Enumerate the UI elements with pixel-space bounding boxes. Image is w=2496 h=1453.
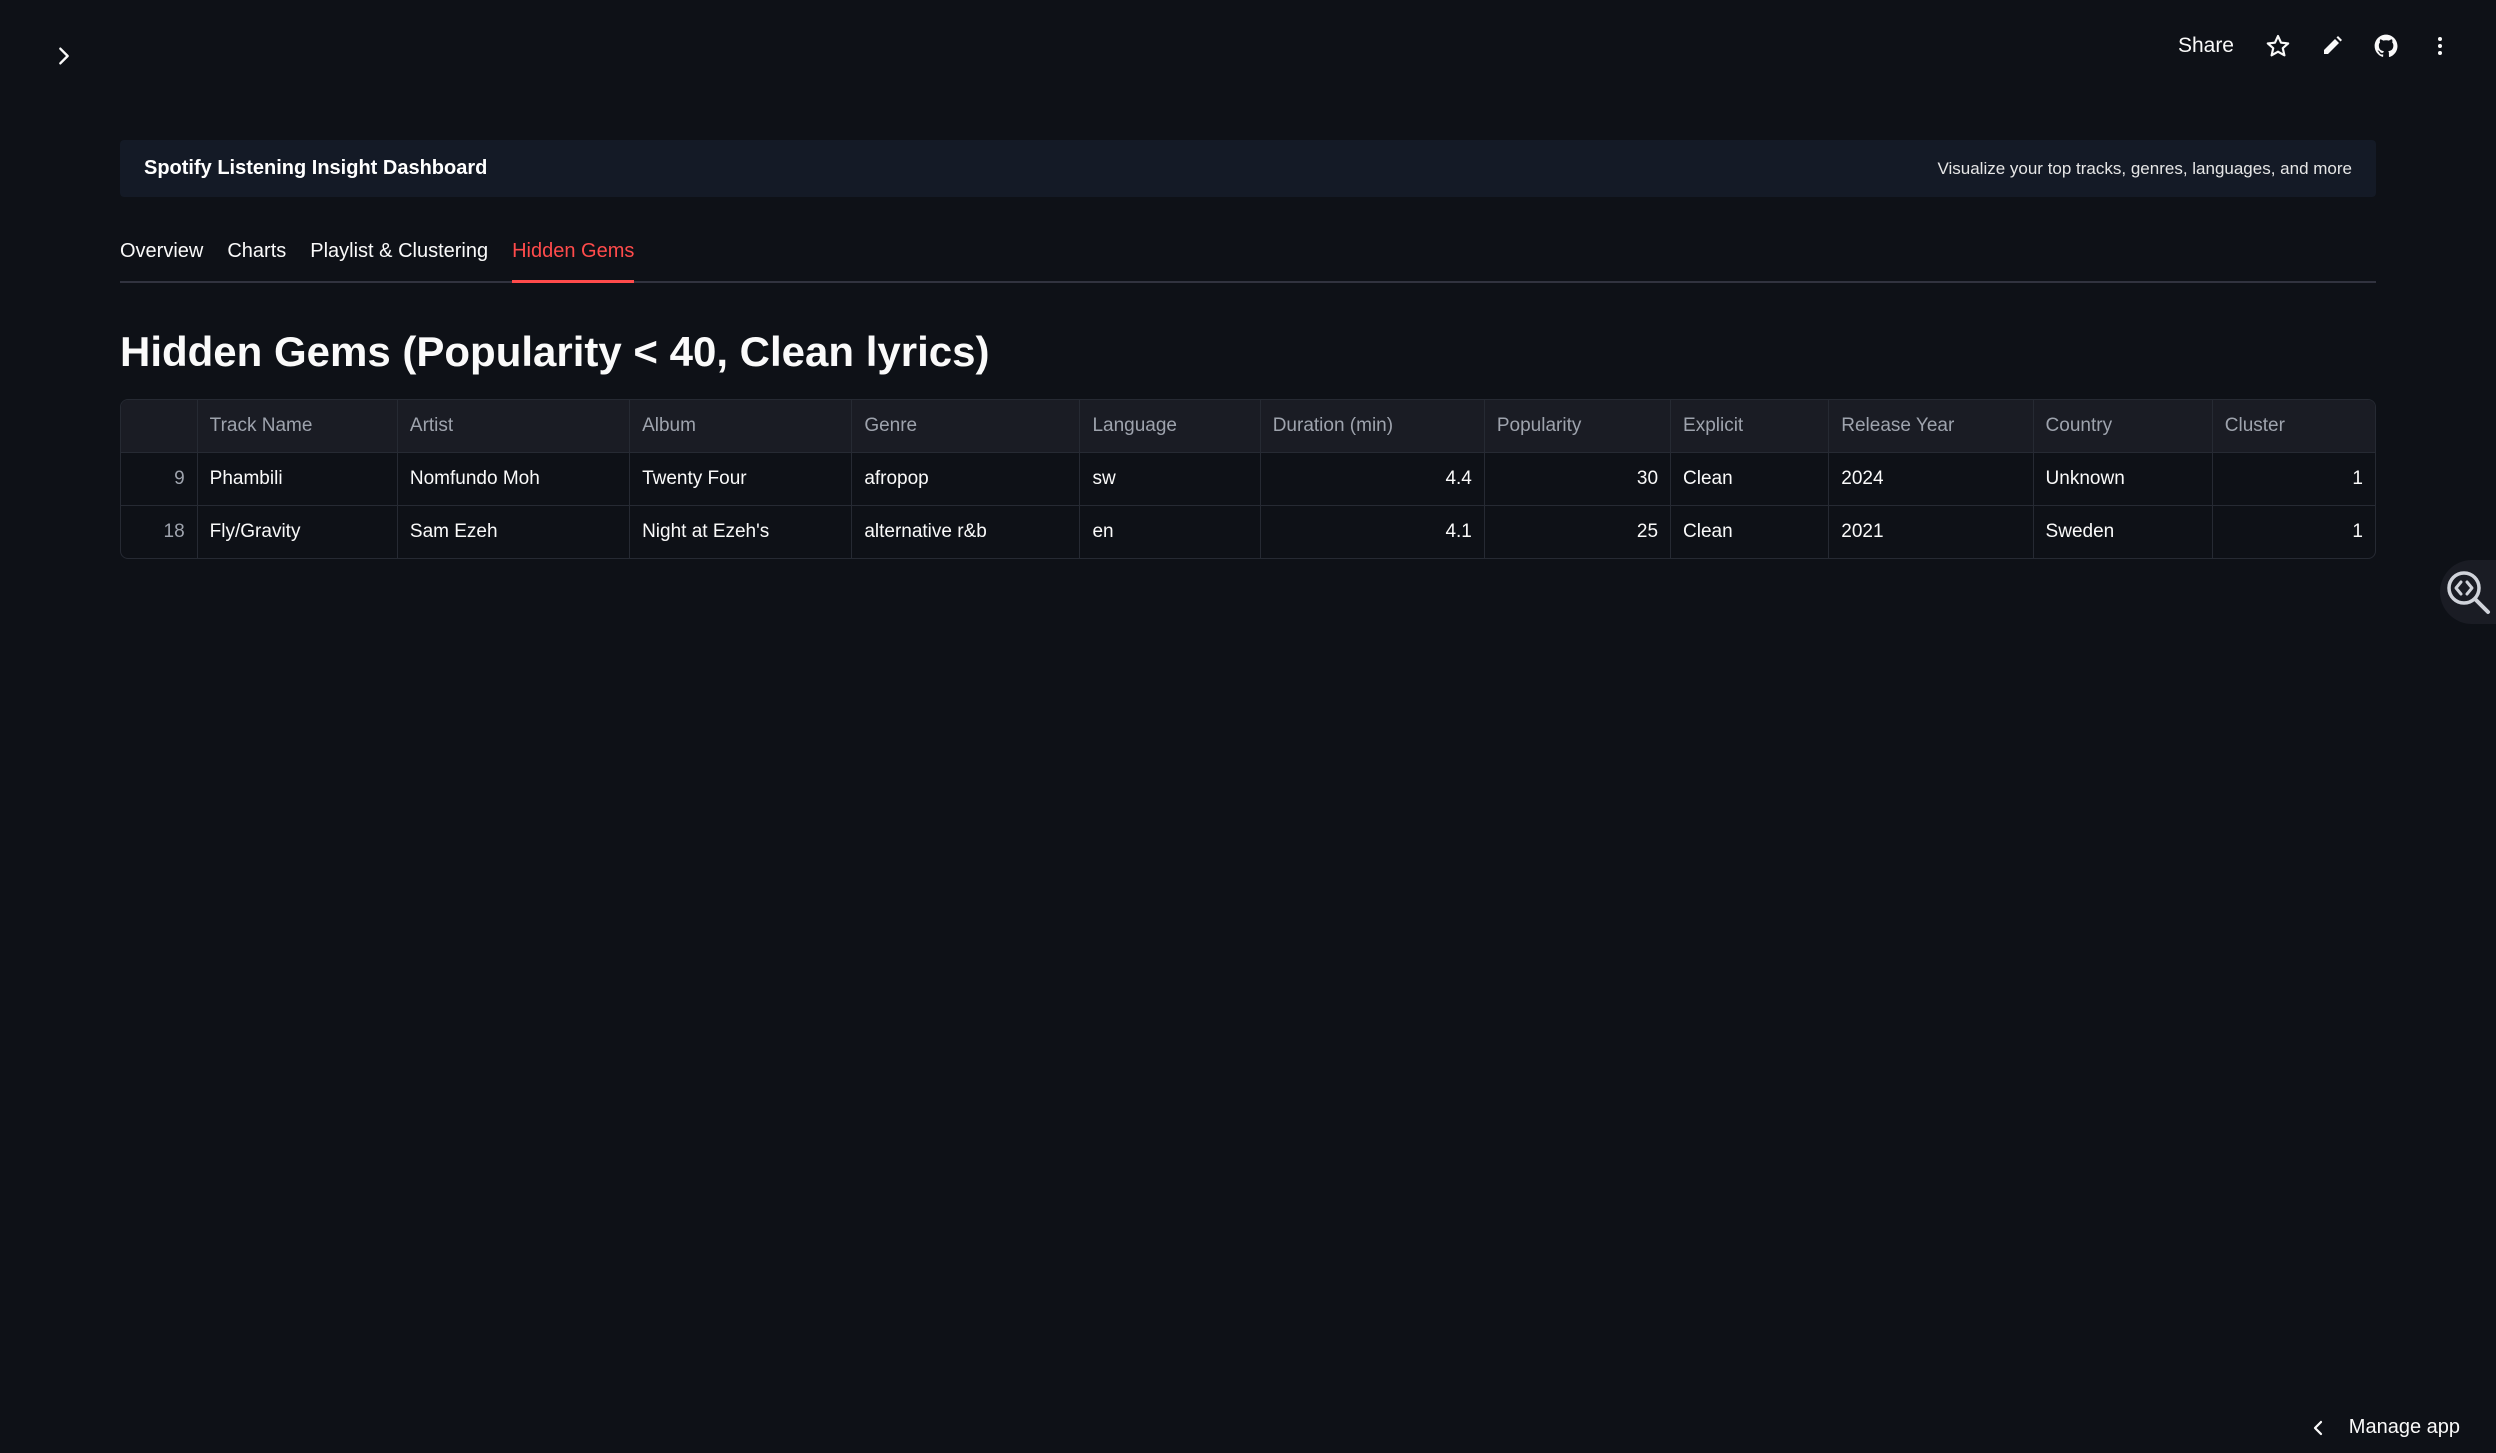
tab-hidden-gems[interactable]: Hidden Gems bbox=[512, 240, 635, 283]
github-button[interactable] bbox=[2370, 30, 2402, 62]
github-icon bbox=[2374, 34, 2398, 57]
column-header-popularity[interactable]: Popularity bbox=[1484, 400, 1672, 454]
column-header-language[interactable]: Language bbox=[1079, 400, 1261, 454]
artist-cell[interactable]: Sam Ezeh bbox=[397, 505, 631, 559]
column-header-album[interactable]: Album bbox=[629, 400, 853, 454]
column-header-release-year[interactable]: Release Year bbox=[1828, 400, 2034, 454]
more-vertical-icon bbox=[2438, 37, 2442, 55]
row-index-cell[interactable]: 9 bbox=[121, 452, 198, 507]
main-content: Spotify Listening Insight Dashboard Visu… bbox=[120, 140, 2376, 560]
page-title: Hidden Gems (Popularity < 40, Clean lyri… bbox=[120, 328, 990, 375]
popularity-cell[interactable]: 30 bbox=[1484, 452, 1672, 507]
main-menu-button[interactable] bbox=[2424, 30, 2456, 62]
genre-cell[interactable]: alternative r&b bbox=[851, 505, 1081, 559]
column-header-track-name[interactable]: Track Name bbox=[197, 400, 398, 454]
duration-cell[interactable]: 4.4 bbox=[1260, 452, 1485, 507]
pencil-icon bbox=[2324, 36, 2342, 54]
share-button[interactable]: Share bbox=[2172, 30, 2240, 62]
banner-subtitle: Visualize your top tracks, genres, langu… bbox=[1937, 158, 2352, 178]
language-cell[interactable]: sw bbox=[1079, 452, 1261, 507]
favorite-button[interactable] bbox=[2262, 30, 2294, 62]
cluster-cell[interactable]: 1 bbox=[2212, 452, 2375, 507]
edit-button[interactable] bbox=[2316, 30, 2348, 62]
duration-cell[interactable]: 4.1 bbox=[1260, 505, 1485, 559]
app-toolbar: Share bbox=[2172, 30, 2456, 62]
code-search-icon bbox=[2447, 571, 2490, 614]
table-row: 18 Fly/Gravity Sam Ezeh Night at Ezeh's … bbox=[121, 505, 2375, 559]
sidebar-toggle-button[interactable] bbox=[48, 40, 80, 72]
column-header-cluster[interactable]: Cluster bbox=[2212, 400, 2375, 454]
popularity-cell[interactable]: 25 bbox=[1484, 505, 1672, 559]
explicit-cell[interactable]: Clean bbox=[1670, 505, 1830, 559]
viewer-badge-button[interactable] bbox=[2440, 560, 2496, 624]
manage-app-label: Manage app bbox=[2348, 1416, 2460, 1438]
row-index-cell[interactable]: 18 bbox=[121, 505, 198, 559]
tab-charts[interactable]: Charts bbox=[227, 240, 286, 281]
column-header-explicit[interactable]: Explicit bbox=[1670, 400, 1830, 454]
chevron-left-icon bbox=[2313, 1420, 2322, 1435]
language-cell[interactable]: en bbox=[1079, 505, 1261, 559]
table-row: 9 Phambili Nomfundo Moh Twenty Four afro… bbox=[121, 452, 2375, 507]
data-table[interactable]: Track Name Artist Album Genre Language D… bbox=[120, 399, 2376, 560]
genre-cell[interactable]: afropop bbox=[851, 452, 1081, 507]
column-header-genre[interactable]: Genre bbox=[851, 400, 1081, 454]
tab-bar: Overview Charts Playlist & Clustering Hi… bbox=[120, 223, 2376, 283]
star-icon bbox=[2266, 34, 2290, 57]
release-year-cell[interactable]: 2024 bbox=[1828, 452, 2034, 507]
release-year-cell[interactable]: 2021 bbox=[1828, 505, 2034, 559]
column-header-artist[interactable]: Artist bbox=[397, 400, 631, 454]
tab-playlist-clustering[interactable]: Playlist & Clustering bbox=[310, 240, 488, 281]
chevron-right-icon bbox=[59, 47, 69, 65]
column-header-index[interactable] bbox=[121, 400, 198, 454]
header-banner: Spotify Listening Insight Dashboard Visu… bbox=[120, 140, 2376, 197]
track-name-cell[interactable]: Phambili bbox=[197, 452, 398, 507]
column-header-duration[interactable]: Duration (min) bbox=[1260, 400, 1485, 454]
manage-app-button[interactable]: Manage app bbox=[2309, 1416, 2460, 1439]
column-header-country[interactable]: Country bbox=[2033, 400, 2213, 454]
album-cell[interactable]: Twenty Four bbox=[629, 452, 853, 507]
artist-cell[interactable]: Nomfundo Moh bbox=[397, 452, 631, 507]
country-cell[interactable]: Sweden bbox=[2033, 505, 2213, 559]
tab-overview[interactable]: Overview bbox=[120, 240, 203, 281]
album-cell[interactable]: Night at Ezeh's bbox=[629, 505, 853, 559]
banner-title: Spotify Listening Insight Dashboard bbox=[144, 157, 488, 179]
explicit-cell[interactable]: Clean bbox=[1670, 452, 1830, 507]
track-name-cell[interactable]: Fly/Gravity bbox=[197, 505, 398, 559]
country-cell[interactable]: Unknown bbox=[2033, 452, 2213, 507]
cluster-cell[interactable]: 1 bbox=[2212, 506, 2375, 559]
table-header-row: Track Name Artist Album Genre Language D… bbox=[121, 400, 2375, 454]
